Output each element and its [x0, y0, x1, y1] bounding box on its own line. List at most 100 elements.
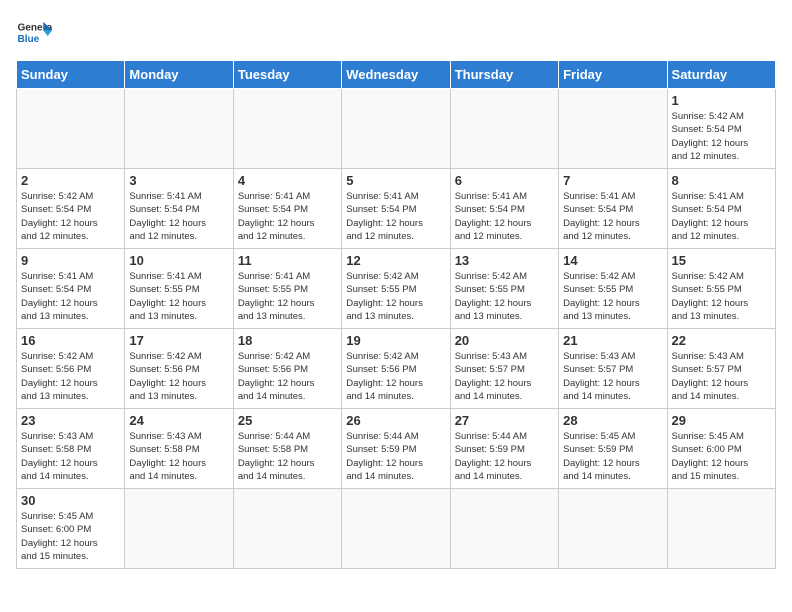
- day-number: 23: [21, 413, 120, 428]
- logo-icon: General Blue: [16, 16, 52, 52]
- header-day-monday: Monday: [125, 61, 233, 89]
- day-number: 27: [455, 413, 554, 428]
- day-info: Sunrise: 5:41 AMSunset: 5:54 PMDaylight:…: [21, 270, 120, 323]
- day-number: 12: [346, 253, 445, 268]
- day-info: Sunrise: 5:42 AMSunset: 5:55 PMDaylight:…: [346, 270, 445, 323]
- day-info: Sunrise: 5:42 AMSunset: 5:56 PMDaylight:…: [238, 350, 337, 403]
- day-info: Sunrise: 5:42 AMSunset: 5:56 PMDaylight:…: [346, 350, 445, 403]
- day-cell: [17, 89, 125, 169]
- day-number: 2: [21, 173, 120, 188]
- week-row-2: 9 Sunrise: 5:41 AMSunset: 5:54 PMDaylight…: [17, 249, 776, 329]
- day-info: Sunrise: 5:41 AMSunset: 5:54 PMDaylight:…: [455, 190, 554, 243]
- week-row-1: 2Sunrise: 5:42 AMSunset: 5:54 PMDaylight…: [17, 169, 776, 249]
- day-number: 19: [346, 333, 445, 348]
- day-cell: [125, 489, 233, 569]
- day-number: 6: [455, 173, 554, 188]
- day-number: 29: [672, 413, 771, 428]
- day-info: Sunrise: 5:41 AMSunset: 5:54 PMDaylight:…: [346, 190, 445, 243]
- day-cell: 26 Sunrise: 5:44 AMSunset: 5:59 PMDayligh…: [342, 409, 450, 489]
- day-cell: 24Sunrise: 5:43 AMSunset: 5:58 PMDayligh…: [125, 409, 233, 489]
- day-info: Sunrise: 5:44 AMSunset: 5:59 PMDaylight:…: [346, 430, 445, 483]
- week-row-4: 23 Sunrise: 5:43 AMSunset: 5:58 PMDayligh…: [17, 409, 776, 489]
- day-cell: 22 Sunrise: 5:43 AMSunset: 5:57 PMDayligh…: [667, 329, 775, 409]
- day-cell: 25Sunrise: 5:44 AMSunset: 5:58 PMDayligh…: [233, 409, 341, 489]
- day-cell: [233, 489, 341, 569]
- day-number: 17: [129, 333, 228, 348]
- week-row-0: 1 Sunrise: 5:42 AMSunset: 5:54 PMDaylight…: [17, 89, 776, 169]
- day-cell: 21 Sunrise: 5:43 AMSunset: 5:57 PMDayligh…: [559, 329, 667, 409]
- day-info: Sunrise: 5:41 AMSunset: 5:54 PMDaylight:…: [672, 190, 771, 243]
- day-number: 8: [672, 173, 771, 188]
- day-number: 14: [563, 253, 662, 268]
- day-number: 16: [21, 333, 120, 348]
- day-info: Sunrise: 5:43 AMSunset: 5:57 PMDaylight:…: [455, 350, 554, 403]
- day-cell: 19 Sunrise: 5:42 AMSunset: 5:56 PMDayligh…: [342, 329, 450, 409]
- day-info: Sunrise: 5:41 AMSunset: 5:54 PMDaylight:…: [129, 190, 228, 243]
- day-cell: 16Sunrise: 5:42 AMSunset: 5:56 PMDayligh…: [17, 329, 125, 409]
- day-number: 13: [455, 253, 554, 268]
- day-info: Sunrise: 5:42 AMSunset: 5:54 PMDaylight:…: [672, 110, 771, 163]
- day-number: 9: [21, 253, 120, 268]
- day-cell: [342, 89, 450, 169]
- day-cell: 7Sunrise: 5:41 AMSunset: 5:54 PMDaylight…: [559, 169, 667, 249]
- day-number: 5: [346, 173, 445, 188]
- day-number: 30: [21, 493, 120, 508]
- day-number: 1: [672, 93, 771, 108]
- day-cell: 9 Sunrise: 5:41 AMSunset: 5:54 PMDaylight…: [17, 249, 125, 329]
- day-number: 28: [563, 413, 662, 428]
- day-number: 7: [563, 173, 662, 188]
- day-cell: 1 Sunrise: 5:42 AMSunset: 5:54 PMDaylight…: [667, 89, 775, 169]
- week-row-3: 16 Sunrise: 5:42 AMSunset: 5:56 PMDayligh…: [17, 329, 776, 409]
- day-cell: 29Sunrise: 5:45 AMSunset: 6:00 PMDayligh…: [667, 409, 775, 489]
- day-info: Sunrise: 5:44 AMSunset: 5:58 PMDaylight:…: [238, 430, 337, 483]
- day-info: Sunrise: 5:43 AMSunset: 5:58 PMDaylight:…: [129, 430, 228, 483]
- header: General Blue: [16, 16, 776, 52]
- day-cell: [125, 89, 233, 169]
- day-cell: 14 Sunrise: 5:42 AMSunset: 5:55 PMDayligh…: [559, 249, 667, 329]
- day-info: Sunrise: 5:43 AMSunset: 5:57 PMDaylight:…: [672, 350, 771, 403]
- day-cell: 8 Sunrise: 5:41 AMSunset: 5:54 PMDaylight…: [667, 169, 775, 249]
- header-day-sunday: Sunday: [17, 61, 125, 89]
- day-info: Sunrise: 5:41 AMSunset: 5:54 PMDaylight:…: [238, 190, 337, 243]
- header-day-thursday: Thursday: [450, 61, 558, 89]
- day-cell: [342, 489, 450, 569]
- day-number: 10: [129, 253, 228, 268]
- day-cell: [667, 489, 775, 569]
- week-row-5: 30 Sunrise: 5:45 AMSunset: 6:00 PMDayligh…: [17, 489, 776, 569]
- day-cell: 20 Sunrise: 5:43 AMSunset: 5:57 PMDayligh…: [450, 329, 558, 409]
- svg-text:Blue: Blue: [17, 34, 39, 45]
- logo: General Blue: [16, 16, 52, 52]
- day-number: 21: [563, 333, 662, 348]
- day-cell: 11Sunrise: 5:41 AMSunset: 5:55 PMDayligh…: [233, 249, 341, 329]
- day-number: 15: [672, 253, 771, 268]
- day-info: Sunrise: 5:43 AMSunset: 5:57 PMDaylight:…: [563, 350, 662, 403]
- day-cell: 17Sunrise: 5:42 AMSunset: 5:56 PMDayligh…: [125, 329, 233, 409]
- day-cell: 15 Sunrise: 5:42 AMSunset: 5:55 PMDayligh…: [667, 249, 775, 329]
- calendar-header-row: SundayMondayTuesdayWednesdayThursdayFrid…: [17, 61, 776, 89]
- day-info: Sunrise: 5:44 AMSunset: 5:59 PMDaylight:…: [455, 430, 554, 483]
- day-number: 26: [346, 413, 445, 428]
- day-cell: [450, 489, 558, 569]
- day-number: 18: [238, 333, 337, 348]
- day-info: Sunrise: 5:41 AMSunset: 5:55 PMDaylight:…: [238, 270, 337, 323]
- day-cell: 12 Sunrise: 5:42 AMSunset: 5:55 PMDayligh…: [342, 249, 450, 329]
- day-cell: 27 Sunrise: 5:44 AMSunset: 5:59 PMDayligh…: [450, 409, 558, 489]
- header-day-saturday: Saturday: [667, 61, 775, 89]
- day-info: Sunrise: 5:45 AMSunset: 6:00 PMDaylight:…: [21, 510, 120, 563]
- header-day-wednesday: Wednesday: [342, 61, 450, 89]
- day-cell: [450, 89, 558, 169]
- day-cell: 6 Sunrise: 5:41 AMSunset: 5:54 PMDaylight…: [450, 169, 558, 249]
- header-day-friday: Friday: [559, 61, 667, 89]
- day-cell: [559, 89, 667, 169]
- day-cell: [559, 489, 667, 569]
- day-info: Sunrise: 5:42 AMSunset: 5:55 PMDaylight:…: [672, 270, 771, 323]
- day-cell: [233, 89, 341, 169]
- day-cell: 5 Sunrise: 5:41 AMSunset: 5:54 PMDaylight…: [342, 169, 450, 249]
- day-info: Sunrise: 5:42 AMSunset: 5:55 PMDaylight:…: [455, 270, 554, 323]
- day-number: 20: [455, 333, 554, 348]
- day-number: 22: [672, 333, 771, 348]
- day-cell: 28Sunrise: 5:45 AMSunset: 5:59 PMDayligh…: [559, 409, 667, 489]
- day-info: Sunrise: 5:42 AMSunset: 5:55 PMDaylight:…: [563, 270, 662, 323]
- day-cell: 10Sunrise: 5:41 AMSunset: 5:55 PMDayligh…: [125, 249, 233, 329]
- day-cell: 3Sunrise: 5:41 AMSunset: 5:54 PMDaylight…: [125, 169, 233, 249]
